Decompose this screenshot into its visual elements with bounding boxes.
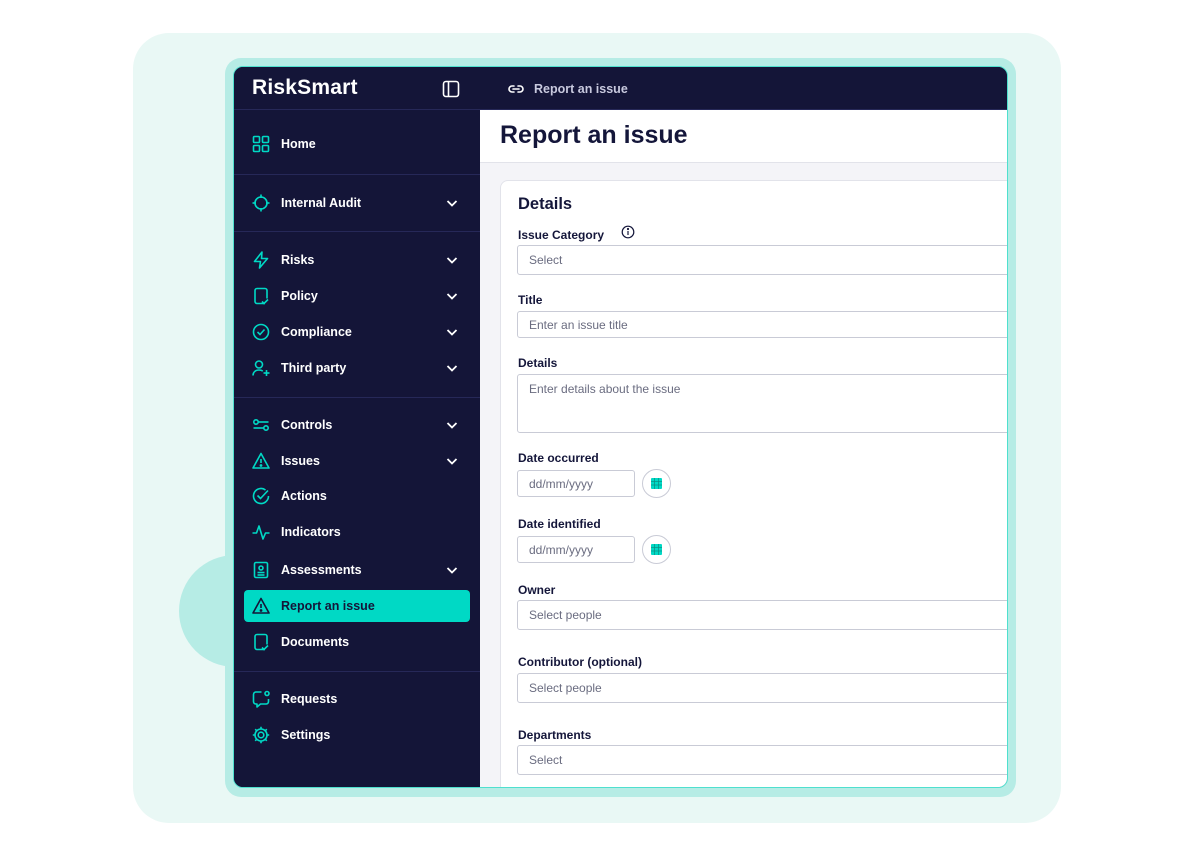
- sidebar-item-label: Actions: [281, 489, 327, 503]
- sidebar-item-label: Issues: [281, 454, 320, 468]
- sidebar-divider: [234, 397, 480, 398]
- sidebar-toggle-icon[interactable]: [441, 79, 461, 99]
- sidebar: Home Internal Audit Risks Policy Complia…: [234, 110, 480, 787]
- date-occurred-label: Date occurred: [518, 451, 599, 465]
- owner-label: Owner: [518, 583, 556, 597]
- sidebar-item-label: Risks: [281, 253, 315, 267]
- issue-category-label: Issue Category: [518, 228, 605, 242]
- link-icon: [508, 85, 524, 93]
- chevron-down-icon: [446, 293, 458, 300]
- chevron-down-icon: [446, 200, 458, 207]
- page-title: Report an issue: [500, 121, 688, 149]
- contributor-label: Contributor (optional): [518, 655, 642, 669]
- lightning-icon: [253, 251, 269, 269]
- toggle-icon: [252, 419, 270, 432]
- sidebar-divider: [234, 231, 480, 232]
- title-input[interactable]: Enter an issue title: [517, 311, 1007, 338]
- user-plus-icon: [252, 360, 270, 376]
- top-bar: RiskSmart Report an issue: [234, 67, 1007, 110]
- issue-category-placeholder: Select: [529, 253, 563, 267]
- owner-placeholder: Select people: [529, 608, 602, 622]
- sidebar-item-indicators[interactable]: Indicators: [244, 516, 470, 548]
- details-placeholder: Enter details about the issue: [529, 382, 681, 396]
- sidebar-item-home[interactable]: Home: [244, 128, 470, 160]
- calendar-icon: [651, 478, 662, 489]
- clipboard-icon: [253, 561, 269, 579]
- chevron-down-icon: [446, 257, 458, 264]
- breadcrumb: Report an issue: [506, 79, 628, 99]
- sidebar-item-label: Assessments: [281, 563, 362, 577]
- sidebar-item-report-an-issue[interactable]: Report an issue: [244, 590, 470, 622]
- chevron-down-icon: [446, 329, 458, 336]
- contributor-select[interactable]: Select people: [517, 673, 1007, 703]
- date-occurred-input[interactable]: dd/mm/yyyy: [517, 470, 635, 497]
- breadcrumb-label[interactable]: Report an issue: [534, 82, 628, 96]
- grid-icon: [252, 135, 270, 153]
- sidebar-item-third-party[interactable]: Third party: [244, 352, 470, 384]
- sidebar-item-label: Compliance: [281, 325, 352, 339]
- page-header: Report an issue: [480, 110, 1007, 163]
- departments-label: Departments: [518, 728, 592, 742]
- sidebar-item-policy[interactable]: Policy: [244, 280, 470, 312]
- sidebar-item-compliance[interactable]: Compliance: [244, 316, 470, 348]
- sidebar-item-label: Controls: [281, 418, 333, 432]
- sidebar-item-internal-audit[interactable]: Internal Audit: [244, 187, 470, 219]
- sidebar-item-controls[interactable]: Controls: [244, 409, 470, 441]
- sidebar-item-label: Home: [281, 137, 316, 151]
- departments-select[interactable]: Select: [517, 745, 1007, 775]
- sidebar-item-label: Report an issue: [281, 599, 375, 613]
- chat-icon: [252, 690, 270, 708]
- title-placeholder: Enter an issue title: [529, 317, 628, 332]
- owner-select[interactable]: Select people: [517, 600, 1007, 630]
- pulse-icon: [252, 525, 270, 540]
- calendar-icon: [651, 544, 662, 555]
- chevron-down-icon: [446, 365, 458, 372]
- chevron-down-icon: [446, 567, 458, 574]
- target-icon: [252, 194, 270, 212]
- details-textarea[interactable]: Enter details about the issue: [517, 374, 1007, 433]
- sidebar-item-requests[interactable]: Requests: [244, 683, 470, 715]
- details-label: Details: [518, 356, 558, 370]
- date-identified-input[interactable]: dd/mm/yyyy: [517, 536, 635, 563]
- sidebar-item-label: Requests: [281, 692, 338, 706]
- sidebar-item-label: Internal Audit: [281, 196, 362, 210]
- section-title: Details: [518, 195, 573, 213]
- sidebar-item-label: Policy: [281, 289, 318, 303]
- sidebar-divider: [234, 671, 480, 672]
- sidebar-item-issues[interactable]: Issues: [244, 445, 470, 477]
- date-occurred-placeholder: dd/mm/yyyy: [529, 476, 594, 491]
- issue-category-select[interactable]: Select: [517, 245, 1007, 275]
- sidebar-item-settings[interactable]: Settings: [244, 719, 470, 751]
- app-logo: RiskSmart: [252, 76, 358, 99]
- sidebar-divider: [234, 174, 480, 175]
- check-circle-icon: [252, 487, 270, 505]
- chevron-down-icon: [446, 422, 458, 429]
- details-card: Details Issue Category Select Title Ente…: [500, 180, 1007, 787]
- sidebar-item-actions[interactable]: Actions: [244, 480, 470, 512]
- sidebar-item-risks[interactable]: Risks: [244, 244, 470, 276]
- info-icon[interactable]: [621, 225, 635, 239]
- date-identified-label: Date identified: [518, 517, 601, 531]
- warning-icon: [252, 597, 270, 614]
- contributor-placeholder: Select people: [529, 681, 602, 695]
- check-circle-icon: [252, 323, 270, 341]
- date-occurred-calendar-button[interactable]: [642, 469, 671, 498]
- document-check-icon: [254, 287, 269, 305]
- app-window: RiskSmart Report an issue Home Internal …: [233, 66, 1008, 788]
- sidebar-item-assessments[interactable]: Assessments: [244, 554, 470, 586]
- gear-icon: [252, 726, 270, 744]
- date-identified-placeholder: dd/mm/yyyy: [529, 542, 594, 557]
- sidebar-item-label: Documents: [281, 635, 350, 649]
- sidebar-item-label: Third party: [281, 361, 347, 375]
- warning-icon: [252, 452, 270, 469]
- chevron-down-icon: [446, 458, 458, 465]
- title-label: Title: [518, 293, 543, 307]
- document-icon: [254, 633, 269, 651]
- sidebar-item-label: Indicators: [281, 525, 341, 539]
- sidebar-item-documents[interactable]: Documents: [244, 626, 470, 658]
- main-content: Report an issue Details Issue Category S…: [480, 110, 1007, 787]
- sidebar-item-label: Settings: [281, 728, 331, 742]
- departments-placeholder: Select: [529, 753, 563, 767]
- date-identified-calendar-button[interactable]: [642, 535, 671, 564]
